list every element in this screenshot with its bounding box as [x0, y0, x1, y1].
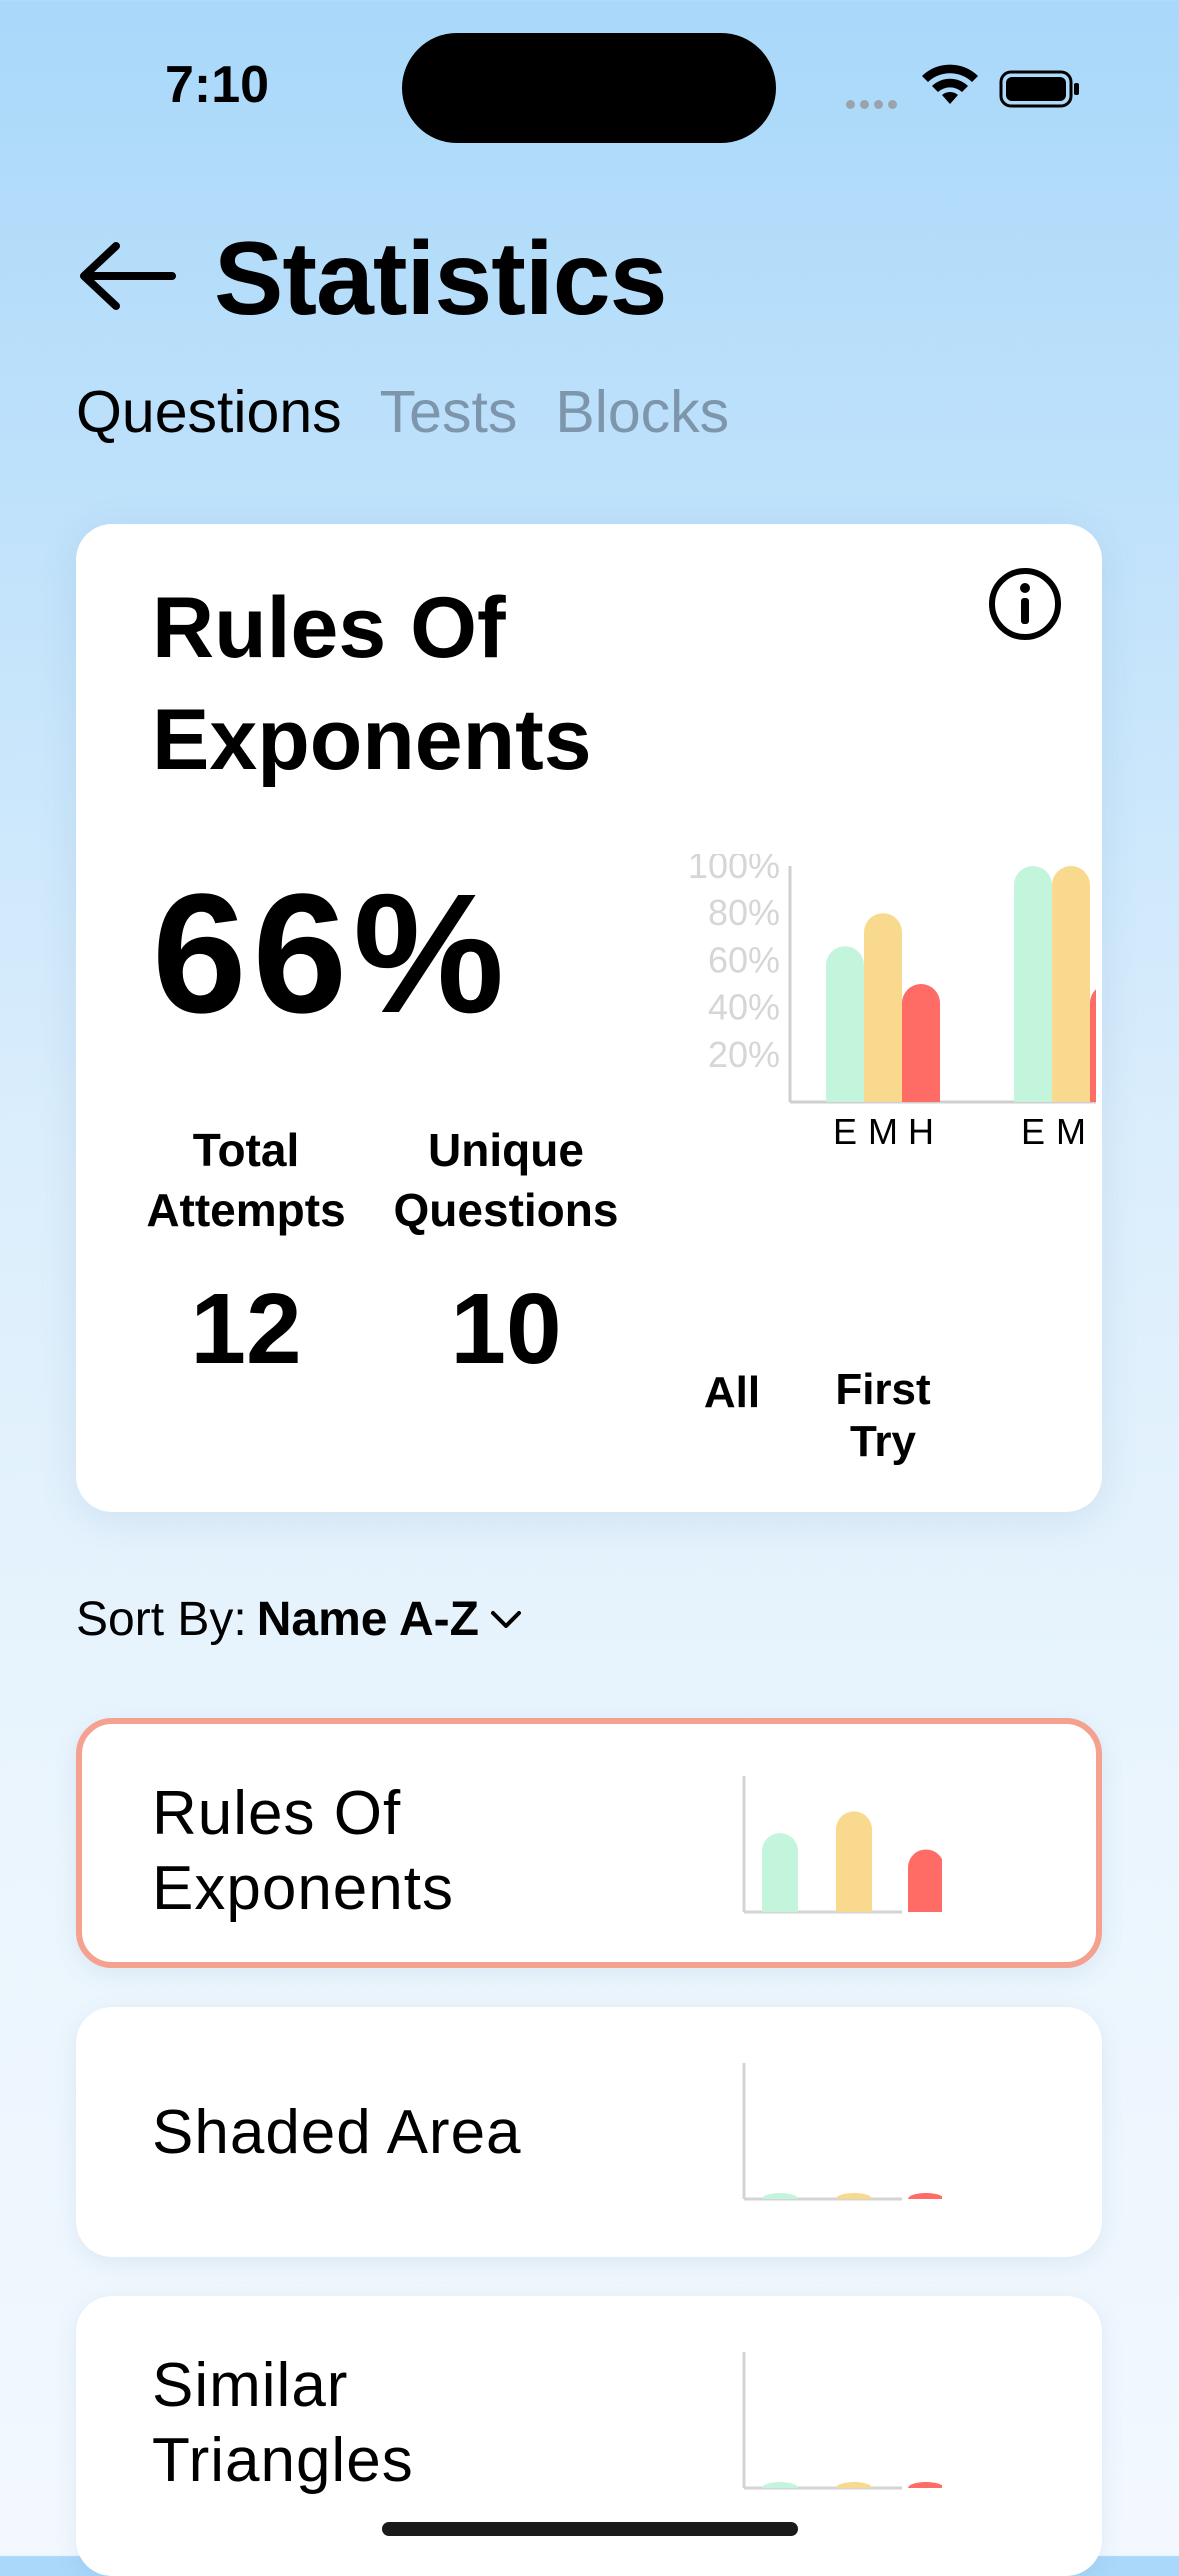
bar-first-try-e: [1014, 866, 1052, 1102]
summary-title-line1: Rules Of: [152, 580, 506, 676]
mini-bar: [762, 1833, 798, 1912]
list-item-title: Similar Triangles: [152, 2348, 414, 2498]
bar-first-try-m: [1052, 866, 1090, 1102]
mini-bar: [908, 2482, 942, 2488]
x-category-label: H: [908, 1111, 934, 1152]
mini-bar-chart: [742, 1776, 942, 1914]
total-attempts-label: Total Attempts: [106, 1120, 386, 1240]
bar-first-try-h: [1090, 989, 1096, 1102]
unique-questions-value: 10: [450, 1273, 562, 1385]
tab-questions[interactable]: Questions: [76, 378, 342, 446]
mini-bar: [762, 2482, 798, 2488]
battery-icon: [999, 70, 1079, 108]
info-icon[interactable]: [987, 566, 1063, 642]
y-tick-label: 60%: [708, 939, 780, 980]
list-item-title-line1: Rules Of: [152, 1779, 402, 1848]
mini-bar: [836, 2482, 872, 2488]
bar-all-e: [826, 946, 864, 1102]
chevron-down-icon: [490, 1610, 521, 1628]
x-category-label: E: [1021, 1111, 1045, 1152]
list-item[interactable]: Rules Of Exponents: [76, 1718, 1102, 1968]
total-attempts-label-line2: Attempts: [146, 1184, 346, 1236]
list-item-title-line2: Triangles: [152, 2426, 414, 2495]
sort-value: Name A-Z: [256, 1593, 479, 1646]
mini-bar-chart: [742, 2063, 942, 2201]
mini-bar: [836, 2193, 872, 2199]
group-label-first-try-line2: Try: [849, 1417, 917, 1466]
y-tick-label: 100%: [688, 854, 780, 886]
group-label-first-try-line1: First: [835, 1365, 931, 1414]
list-item[interactable]: Shaded Area: [76, 2007, 1102, 2257]
unique-questions-label-line2: Questions: [393, 1184, 619, 1236]
home-indicator: [382, 2522, 798, 2536]
mini-bar-chart: [742, 2352, 942, 2490]
x-category-label: M: [868, 1111, 898, 1152]
mini-bar: [908, 1849, 942, 1912]
group-label-first-try: First Try: [773, 1364, 993, 1468]
summary-title-line2: Exponents: [152, 692, 592, 788]
tab-blocks[interactable]: Blocks: [555, 378, 729, 446]
mini-bar: [762, 2193, 798, 2199]
bar-all-m: [864, 913, 902, 1102]
summary-title: Rules Of Exponents: [152, 572, 592, 796]
list-item-title-line2: Exponents: [152, 1854, 454, 1923]
group-label-all: All: [703, 1368, 761, 1417]
y-tick-label: 20%: [708, 1034, 780, 1075]
bar-all-h: [902, 984, 940, 1102]
tab-bar: Questions Tests Blocks: [76, 378, 729, 446]
sort-dropdown[interactable]: Sort By: Name A-Z: [76, 1592, 523, 1647]
list-item-title: Rules Of Exponents: [152, 1776, 454, 1926]
page-title: Statistics: [214, 221, 667, 337]
mini-bar: [836, 1811, 872, 1912]
wifi-icon: [922, 64, 978, 104]
back-arrow-icon[interactable]: [78, 240, 176, 312]
list-item-title-line1: Similar: [152, 2351, 349, 2420]
list-item-title-line1: Shaded Area: [152, 2098, 522, 2167]
difficulty-bar-chart: 20%40%60%80%100%EMHEMH: [688, 854, 1096, 1152]
y-tick-label: 80%: [708, 892, 780, 933]
tab-tests[interactable]: Tests: [380, 378, 518, 446]
summary-card: Rules Of Exponents 66% Total Attempts 12…: [76, 524, 1102, 1512]
x-category-label: E: [833, 1111, 857, 1152]
total-attempts-label-line1: Total: [192, 1124, 300, 1176]
y-tick-label: 40%: [708, 987, 780, 1028]
sort-prefix: Sort By:: [76, 1593, 247, 1646]
list-item-title: Shaded Area: [152, 2095, 522, 2170]
mini-bar: [908, 2193, 942, 2199]
overall-percent: 66%: [152, 859, 511, 1049]
status-time: 7:10: [165, 56, 270, 114]
dynamic-island: [402, 33, 776, 143]
x-category-label: M: [1056, 1111, 1086, 1152]
cellular-signal-icon: [846, 96, 902, 114]
total-attempts-value: 12: [190, 1273, 302, 1385]
